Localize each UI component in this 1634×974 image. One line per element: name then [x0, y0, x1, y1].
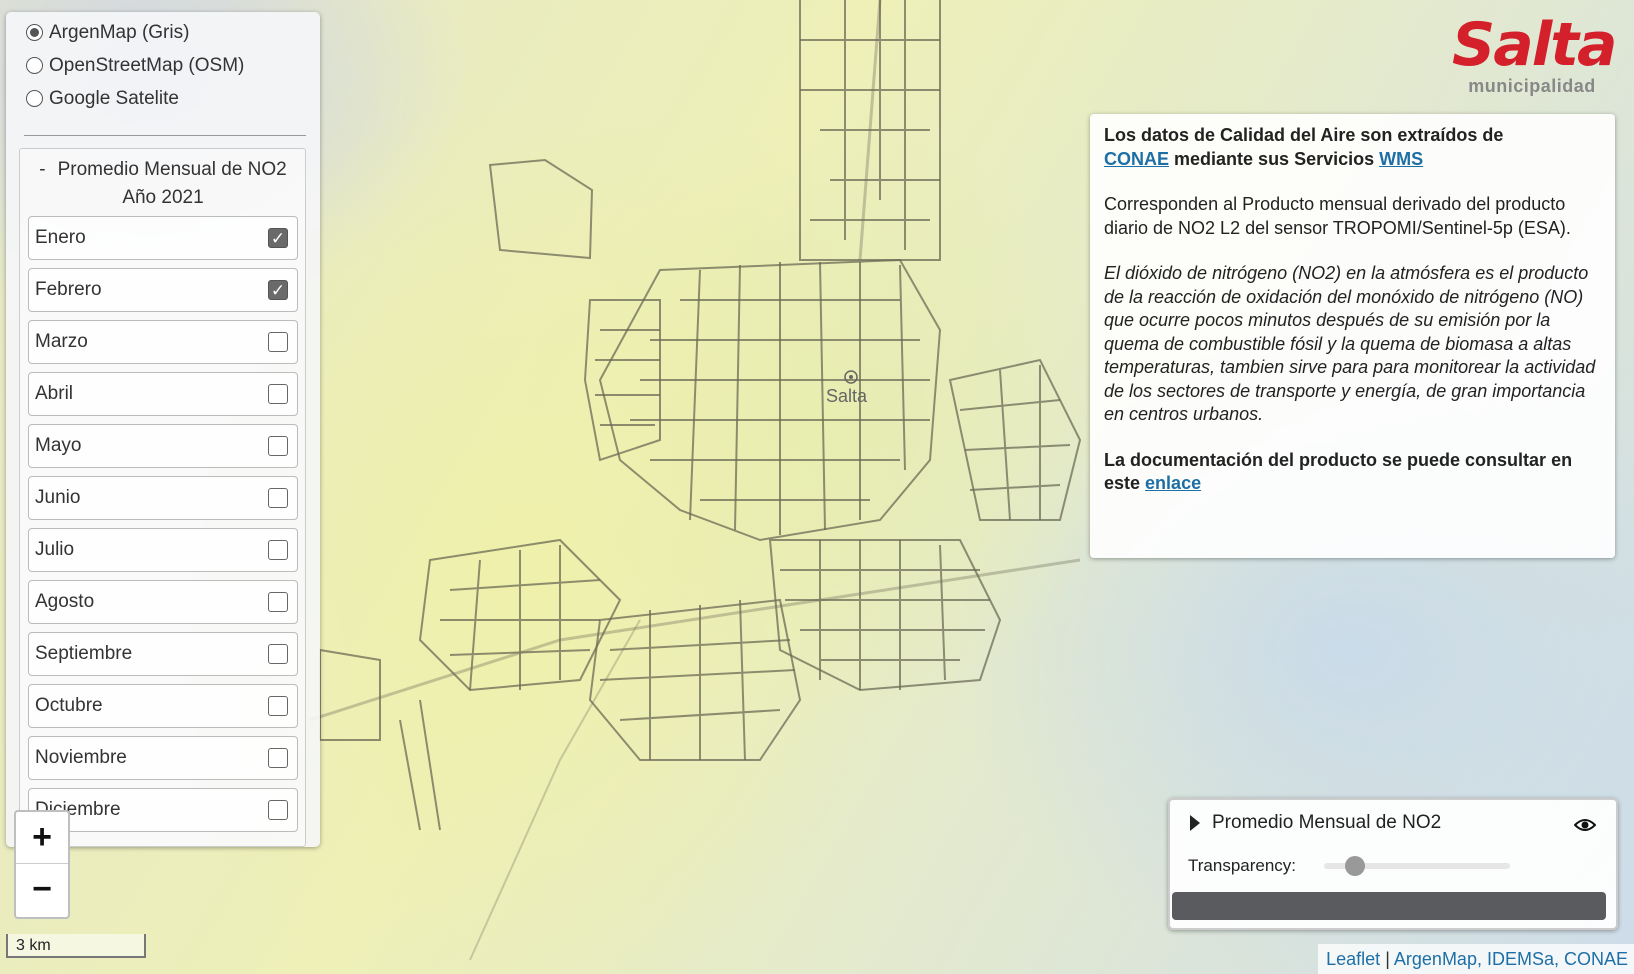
month-item-junio[interactable]: Junio: [28, 476, 298, 520]
month-label: Mayo: [35, 435, 82, 456]
base-layer-label: OpenStreetMap (OSM): [49, 54, 245, 76]
month-item-mayo[interactable]: Mayo: [28, 424, 298, 468]
month-checkbox[interactable]: [268, 748, 288, 768]
legend-header[interactable]: Promedio Mensual de NO2: [1170, 800, 1616, 846]
info-paragraph-no2: El dióxido de nitrógeno (NO2) en la atmó…: [1104, 263, 1596, 424]
eye-icon[interactable]: [1574, 818, 1596, 832]
month-label: Junio: [35, 487, 81, 508]
base-layer-argenmap[interactable]: ArgenMap (Gris): [6, 16, 320, 49]
layer-control: ArgenMap (Gris) OpenStreetMap (OSM) Goog…: [6, 12, 320, 847]
radio-icon[interactable]: [26, 24, 43, 41]
month-item-octubre[interactable]: Octubre: [28, 684, 298, 728]
month-checkbox[interactable]: ✓: [268, 280, 288, 300]
base-layer-label: ArgenMap (Gris): [49, 21, 190, 43]
overlay-group-year: Año 2021: [122, 187, 204, 208]
conae-link[interactable]: CONAE: [1104, 149, 1169, 169]
month-checkbox[interactable]: [268, 644, 288, 664]
month-checkbox[interactable]: [268, 800, 288, 820]
argenmap-link[interactable]: ArgenMap: [1394, 949, 1477, 969]
collapse-icon[interactable]: -: [39, 155, 45, 185]
month-item-febrero[interactable]: Febrero ✓: [28, 268, 298, 312]
month-item-enero[interactable]: Enero ✓: [28, 216, 298, 260]
zoom-out-button[interactable]: −: [16, 863, 68, 915]
month-item-septiembre[interactable]: Septiembre: [28, 632, 298, 676]
logo-wordmark: Salta: [1452, 10, 1617, 80]
month-label: Enero: [35, 227, 86, 248]
attribution-sources: , IDEMSa, CONAE: [1476, 949, 1628, 969]
overlay-group-header[interactable]: - Promedio Mensual de NO2: [28, 155, 298, 185]
salta-municipalidad-logo: Salta municipalidad: [1452, 10, 1617, 96]
overlay-group-no2: - Promedio Mensual de NO2 Año 2021 Enero…: [19, 148, 306, 847]
month-item-julio[interactable]: Julio: [28, 528, 298, 572]
month-label: Agosto: [35, 591, 95, 612]
month-checkbox[interactable]: [268, 436, 288, 456]
radio-icon[interactable]: [26, 90, 43, 107]
slider-thumb[interactable]: [1344, 856, 1365, 876]
month-checkbox[interactable]: [268, 696, 288, 716]
enlace-link[interactable]: enlace: [1145, 473, 1201, 493]
overlay-group-title: Promedio Mensual de NO2: [57, 159, 287, 180]
expand-caret-icon[interactable]: [1190, 815, 1200, 831]
logo-subtitle: municipalidad: [1468, 76, 1596, 96]
radio-icon[interactable]: [26, 57, 43, 74]
month-checkbox[interactable]: [268, 540, 288, 560]
legend-title: Promedio Mensual de NO2: [1212, 812, 1442, 833]
base-layer-google-satelite[interactable]: Google Satelite: [6, 82, 320, 115]
attribution-separator: |: [1385, 949, 1390, 969]
legend-panel: Promedio Mensual de NO2 Transparency:: [1168, 798, 1618, 930]
month-checkbox[interactable]: [268, 384, 288, 404]
city-label: Salta: [826, 386, 868, 406]
info-text: mediante sus Servicios: [1174, 148, 1375, 169]
legend-color-bar: [1172, 892, 1606, 920]
month-item-marzo[interactable]: Marzo: [28, 320, 298, 364]
base-layer-osm[interactable]: OpenStreetMap (OSM): [6, 49, 320, 82]
month-checkbox[interactable]: [268, 332, 288, 352]
month-checkbox[interactable]: [268, 488, 288, 508]
leaflet-link[interactable]: Leaflet: [1326, 949, 1380, 969]
info-paragraph-product: Corresponden al Producto mensual derivad…: [1104, 194, 1571, 238]
scale-bar: 3 km: [6, 934, 146, 958]
info-paragraph-source: Los datos de Calidad del Aire son extraí…: [1104, 124, 1601, 171]
month-label: Febrero: [35, 279, 102, 300]
month-item-abril[interactable]: Abril: [28, 372, 298, 416]
map-attribution: Leaflet | ArgenMap, IDEMSa, CONAE: [1318, 944, 1634, 974]
zoom-in-button[interactable]: +: [16, 812, 68, 863]
month-label: Abril: [35, 383, 74, 404]
month-item-agosto[interactable]: Agosto: [28, 580, 298, 624]
month-checkbox[interactable]: [268, 592, 288, 612]
month-label: Julio: [35, 539, 75, 560]
info-paragraph-docs: La documentación del producto se puede c…: [1104, 449, 1601, 496]
wms-link[interactable]: WMS: [1379, 149, 1423, 169]
month-label: Septiembre: [35, 643, 133, 664]
month-checkbox[interactable]: ✓: [268, 228, 288, 248]
month-item-noviembre[interactable]: Noviembre: [28, 736, 298, 780]
zoom-control: + −: [14, 810, 70, 919]
base-layer-label: Google Satelite: [49, 87, 179, 109]
layer-separator: [24, 135, 306, 136]
transparency-row: Transparency:: [1170, 846, 1616, 886]
info-panel: Los datos de Calidad del Aire son extraí…: [1090, 114, 1615, 558]
month-label: Marzo: [35, 331, 88, 352]
month-label: Noviembre: [35, 747, 127, 768]
month-label: Octubre: [35, 695, 103, 716]
transparency-label: Transparency:: [1188, 856, 1297, 875]
transparency-slider[interactable]: [1324, 856, 1511, 876]
info-text: Los datos de Calidad del Aire son extraí…: [1104, 125, 1504, 145]
